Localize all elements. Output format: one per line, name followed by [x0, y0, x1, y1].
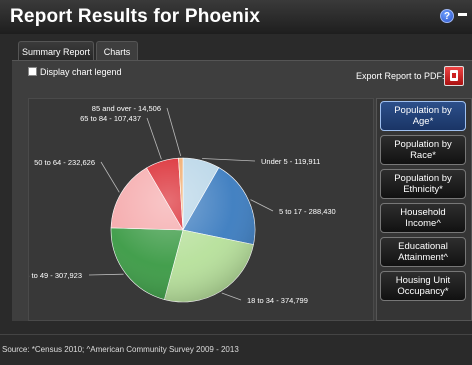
educational-attainment-button[interactable]: Educational Attainment^: [380, 237, 466, 267]
household-income-button[interactable]: Household Income^: [380, 203, 466, 233]
charts-panel: Display chart legend Export Report to PD…: [12, 60, 472, 321]
slice-label: 18 to 34 - 374,799: [247, 296, 308, 305]
population-by-race-button[interactable]: Population by Race*: [380, 135, 466, 165]
leader-line: [221, 292, 242, 301]
title-bar: Report Results for Phoenix ?: [0, 0, 472, 34]
category-sidebar: Population by Age* Population by Race* P…: [376, 98, 472, 321]
display-legend-toggle[interactable]: Display chart legend: [28, 67, 122, 77]
tab-charts[interactable]: Charts: [96, 41, 138, 61]
pie-chart-area: Under 5 - 119,911 5 to 17 - 288,430 18 to …: [28, 98, 374, 321]
export-pdf-label: Export Report to PDF:: [356, 71, 445, 81]
minimize-icon[interactable]: [458, 13, 467, 16]
slice-label: 35 to 49 - 307,923: [29, 271, 82, 280]
slice-label: 5 to 17 - 288,430: [279, 207, 336, 216]
population-by-age-button[interactable]: Population by Age*: [380, 101, 466, 131]
leader-line: [250, 199, 274, 212]
footer: Source: *Census 2010; ^American Communit…: [0, 334, 472, 365]
slice-label: 85 and over - 14,506: [92, 104, 161, 113]
leader-line: [202, 158, 256, 162]
leader-line: [100, 161, 120, 193]
page-title: Report Results for Phoenix: [10, 6, 261, 27]
leader-line: [146, 117, 162, 160]
slice-label: 65 to 84 - 107,437: [80, 114, 141, 123]
tab-summary-report[interactable]: Summary Report: [18, 41, 94, 61]
slice-label: 50 to 64 - 232,626: [34, 158, 95, 167]
population-by-ethnicity-button[interactable]: Population by Ethnicity*: [380, 169, 466, 199]
housing-unit-occupancy-button[interactable]: Housing Unit Occupancy*: [380, 271, 466, 301]
leader-line: [166, 107, 182, 157]
pie-chart: Under 5 - 119,911 5 to 17 - 288,430 18 to …: [29, 104, 336, 305]
leader-line: [88, 273, 124, 276]
pdf-export-icon[interactable]: [444, 66, 464, 86]
source-note: Source: *Census 2010; ^American Communit…: [2, 345, 239, 354]
legend-checkbox-label: Display chart legend: [40, 67, 122, 77]
slice-label: Under 5 - 119,911: [261, 157, 320, 166]
legend-checkbox[interactable]: [28, 67, 37, 76]
help-icon[interactable]: ?: [440, 9, 454, 23]
